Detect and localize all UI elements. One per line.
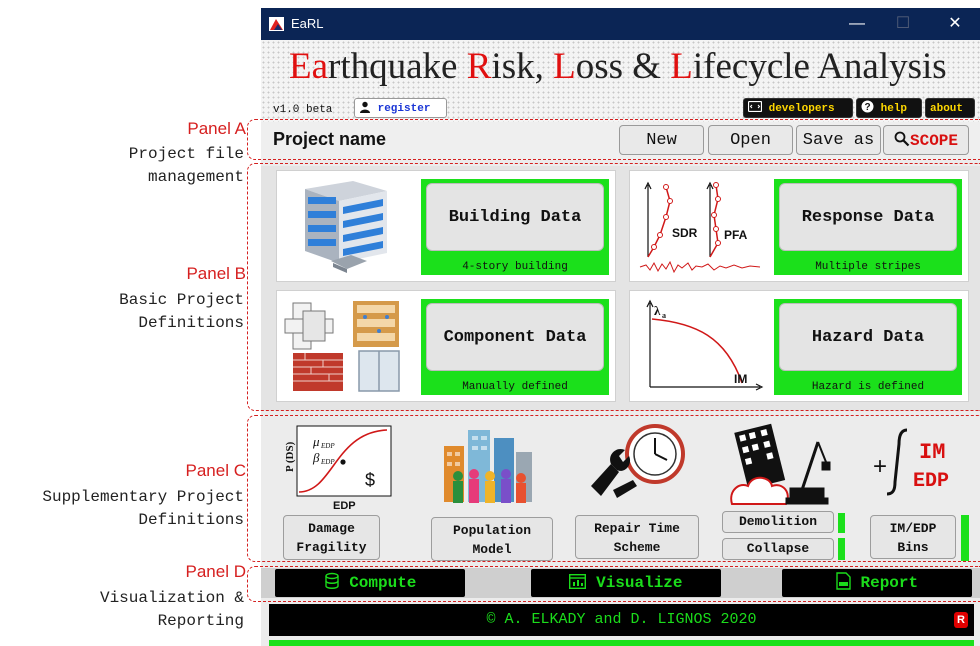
maximize-button[interactable]: ☐: [889, 12, 917, 36]
app-logo-icon: [269, 17, 284, 31]
title-part-4: L: [553, 46, 576, 87]
question-icon: ?: [861, 100, 874, 113]
panel-a-desc-line2: management: [147, 168, 244, 186]
title-part-5: oss &: [575, 46, 671, 87]
title-part-0: Ea: [289, 46, 329, 87]
panel-d-description: Visualization & Reporting: [0, 587, 244, 633]
panel-b-outline: [247, 163, 980, 411]
title-part-1: rthquake: [328, 46, 467, 87]
app-header: Earthquake Risk, Loss & Lifecycle Analys…: [261, 40, 980, 122]
user-icon: [360, 101, 370, 113]
footer-text: © A. ELKADY and D. LIGNOS 2020: [486, 611, 757, 628]
svg-text:?: ?: [864, 102, 870, 113]
panel-c-desc-line1: Supplementary Project: [42, 488, 244, 506]
panel-c-tag: Panel C: [185, 461, 246, 480]
title-part-3: isk,: [491, 46, 554, 87]
help-label: help: [880, 103, 908, 115]
panel-d-outline: [247, 566, 980, 602]
help-button[interactable]: ? help: [856, 98, 922, 118]
panel-b-desc-line2: Definitions: [138, 314, 244, 332]
minimize-button[interactable]: —: [843, 12, 871, 36]
developers-button[interactable]: developers: [743, 98, 853, 118]
panel-d-desc-line1: Visualization &: [99, 589, 244, 607]
app-title: Earthquake Risk, Loss & Lifecycle Analys…: [289, 45, 947, 88]
panel-b-desc-line1: Basic Project: [119, 291, 244, 309]
status-bar: [269, 640, 974, 646]
window-title: EaRL: [291, 16, 324, 31]
panel-c-outline: [247, 415, 980, 562]
panel-a-tag: Panel A: [187, 119, 246, 138]
developers-label: developers: [768, 103, 835, 115]
panel-b-description: Basic Project Definitions: [0, 289, 244, 335]
title-part-6: L: [670, 46, 693, 87]
panel-a-desc-line1: Project file: [128, 145, 244, 163]
panel-c-desc-line2: Definitions: [138, 511, 244, 529]
title-bar: EaRL — ☐ ✕: [261, 8, 980, 40]
panel-c-description: Supplementary Project Definitions: [0, 486, 244, 532]
register-button[interactable]: register: [354, 98, 447, 118]
code-window-icon: [747, 100, 763, 113]
panel-b-tag: Panel B: [186, 264, 246, 283]
footer-credits: © A. ELKADY and D. LIGNOS 2020 R: [269, 604, 974, 636]
panel-d-desc-line2: Reporting: [157, 612, 244, 630]
r-badge-icon: R: [954, 612, 968, 628]
about-button[interactable]: about: [925, 98, 975, 118]
panel-d-tag: Panel D: [185, 562, 246, 581]
version-label: v1.0 beta: [273, 104, 333, 116]
title-part-2: R: [466, 46, 492, 87]
register-label: register: [377, 103, 431, 115]
close-button[interactable]: ✕: [941, 12, 969, 36]
title-part-7: ifecycle Analysis: [692, 46, 947, 87]
panel-a-outline: [247, 119, 980, 160]
panel-a-description: Project file management: [0, 143, 244, 189]
